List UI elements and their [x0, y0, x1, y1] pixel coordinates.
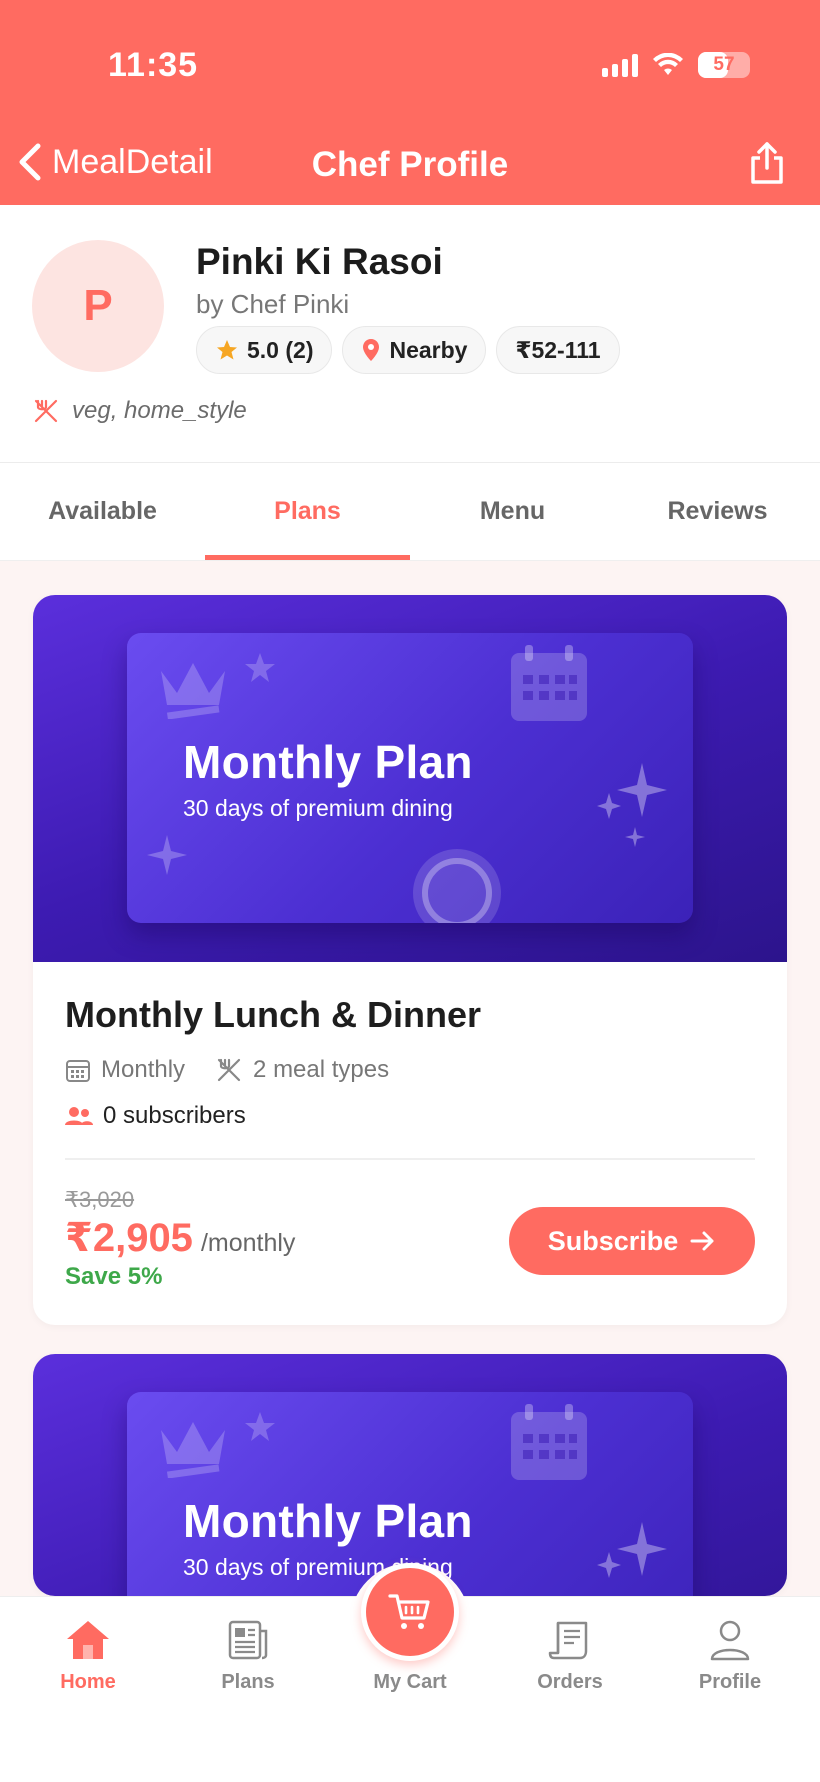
tab-menu[interactable]: Menu — [410, 463, 615, 560]
plan-meta: Monthly 2 meal types — [65, 1056, 755, 1084]
person-icon — [710, 1620, 750, 1661]
current-price-row: ₹2,905 /monthly — [65, 1215, 295, 1261]
plate-icon — [413, 849, 501, 923]
page-title: Chef Profile — [311, 145, 509, 184]
cuisine-text: veg, home_style — [72, 397, 247, 424]
calendar-icon — [511, 1404, 587, 1480]
battery-level: 57 — [713, 54, 735, 75]
nav-home[interactable]: Home — [28, 1619, 148, 1694]
plan-card[interactable]: Monthly Plan 30 days of premium dining — [33, 1354, 787, 1596]
bottom-navigation: Home Plans My Cart Orders Profile — [0, 1563, 820, 1782]
users-icon — [65, 1107, 93, 1125]
home-icon — [67, 1621, 109, 1659]
plan-banner: Monthly Plan 30 days of premium dining — [33, 595, 787, 962]
cart-button[interactable] — [361, 1563, 459, 1661]
distance-chip: Nearby — [342, 326, 487, 374]
nav-cart-label: My Cart — [373, 1671, 447, 1693]
chef-info-card: P Pinki Ki Rasoi by Chef Pinki 5.0 (2) N… — [0, 205, 820, 463]
calendar-icon — [511, 645, 587, 721]
plan-banner-title: Monthly Plan — [183, 1495, 473, 1547]
plan-banner-image: Monthly Plan 30 days of premium dining — [127, 633, 693, 923]
tab-reviews[interactable]: Reviews — [615, 463, 820, 560]
nav-home-label: Home — [60, 1671, 116, 1693]
price-period: /monthly — [200, 1229, 296, 1257]
plan-banner-subtitle: 30 days of premium dining — [183, 795, 453, 821]
nav-orders[interactable]: Orders — [510, 1619, 630, 1694]
subscribe-label: Subscribe — [547, 1225, 679, 1256]
plan-details: Monthly Lunch & Dinner Monthly 2 meal ty… — [33, 962, 787, 1325]
original-price: ₹3,020 — [65, 1187, 135, 1212]
calendar-icon — [66, 1060, 90, 1082]
sparkle-icon — [245, 653, 275, 682]
profile-tabs: Available Plans Menu Reviews — [0, 463, 820, 561]
rating-chip: 5.0 (2) — [196, 326, 333, 374]
price-range-text: ₹52-111 — [515, 336, 601, 363]
utensils-icon — [34, 399, 58, 423]
distance-text: Nearby — [389, 336, 468, 363]
plan-banner-title: Monthly Plan — [183, 736, 473, 788]
price-range-chip: ₹52-111 — [496, 326, 620, 374]
avatar: P — [32, 240, 164, 372]
chef-chips: 5.0 (2) Nearby ₹52-111 — [196, 326, 620, 374]
crown-icon — [161, 1422, 225, 1478]
star-icon — [217, 340, 237, 360]
nav-orders-label: Orders — [537, 1671, 603, 1693]
plan-meal-types-text: 2 meal types — [253, 1056, 390, 1083]
app-header: 11:35 57 MealDetail Chef Profile — [0, 0, 820, 205]
sparkle-icon — [597, 763, 667, 847]
sparkle-icon — [147, 835, 187, 875]
plan-banner: Monthly Plan 30 days of premium dining — [33, 1354, 787, 1596]
current-price: ₹2,905 — [65, 1216, 193, 1260]
newspaper-icon — [228, 1620, 268, 1660]
wifi-icon — [653, 53, 683, 75]
sparkle-icon — [245, 1412, 275, 1441]
plan-meal-types: 2 meal types — [215, 1056, 389, 1084]
nav-plans-label: Plans — [221, 1671, 275, 1693]
plan-frequency: Monthly — [65, 1056, 185, 1084]
utensils-icon — [217, 1058, 241, 1082]
battery-icon: 57 — [698, 52, 750, 78]
receipt-icon — [548, 1621, 588, 1660]
crown-icon — [161, 663, 225, 719]
plan-frequency-text: Monthly — [101, 1056, 186, 1083]
location-pin-icon — [363, 339, 380, 361]
status-icons: 57 — [602, 52, 750, 78]
plan-subscribers: 0 subscribers — [65, 1102, 755, 1130]
status-time: 11:35 — [108, 46, 199, 84]
tab-plans[interactable]: Plans — [205, 463, 410, 560]
nav-plans[interactable]: Plans — [188, 1619, 308, 1694]
divider — [65, 1158, 755, 1160]
plan-card[interactable]: Monthly Plan 30 days of premium dining M… — [33, 595, 787, 1325]
plan-subscribers-text: 0 subscribers — [103, 1102, 246, 1129]
sparkle-icon — [597, 1522, 667, 1578]
price-block: ₹3,020 ₹2,905 /monthly Save 5% — [65, 1187, 295, 1291]
share-button[interactable] — [748, 140, 786, 191]
tab-available[interactable]: Available — [0, 463, 205, 560]
nav-profile-label: Profile — [698, 1671, 762, 1693]
subscribe-button[interactable]: Subscribe — [509, 1207, 755, 1275]
savings-label: Save 5% — [65, 1263, 163, 1290]
share-icon — [751, 142, 783, 184]
chef-by-line: by Chef Pinki — [196, 289, 350, 319]
cuisine-tags: veg, home_style — [32, 397, 247, 425]
chef-name: Pinki Ki Rasoi — [196, 241, 443, 282]
plan-title: Monthly Lunch & Dinner — [65, 994, 481, 1035]
arrow-right-icon — [690, 1231, 714, 1251]
cart-icon — [388, 1594, 430, 1629]
nav-profile[interactable]: Profile — [670, 1619, 790, 1694]
rating-text: 5.0 (2) — [247, 336, 314, 363]
cellular-signal-icon — [602, 53, 638, 77]
